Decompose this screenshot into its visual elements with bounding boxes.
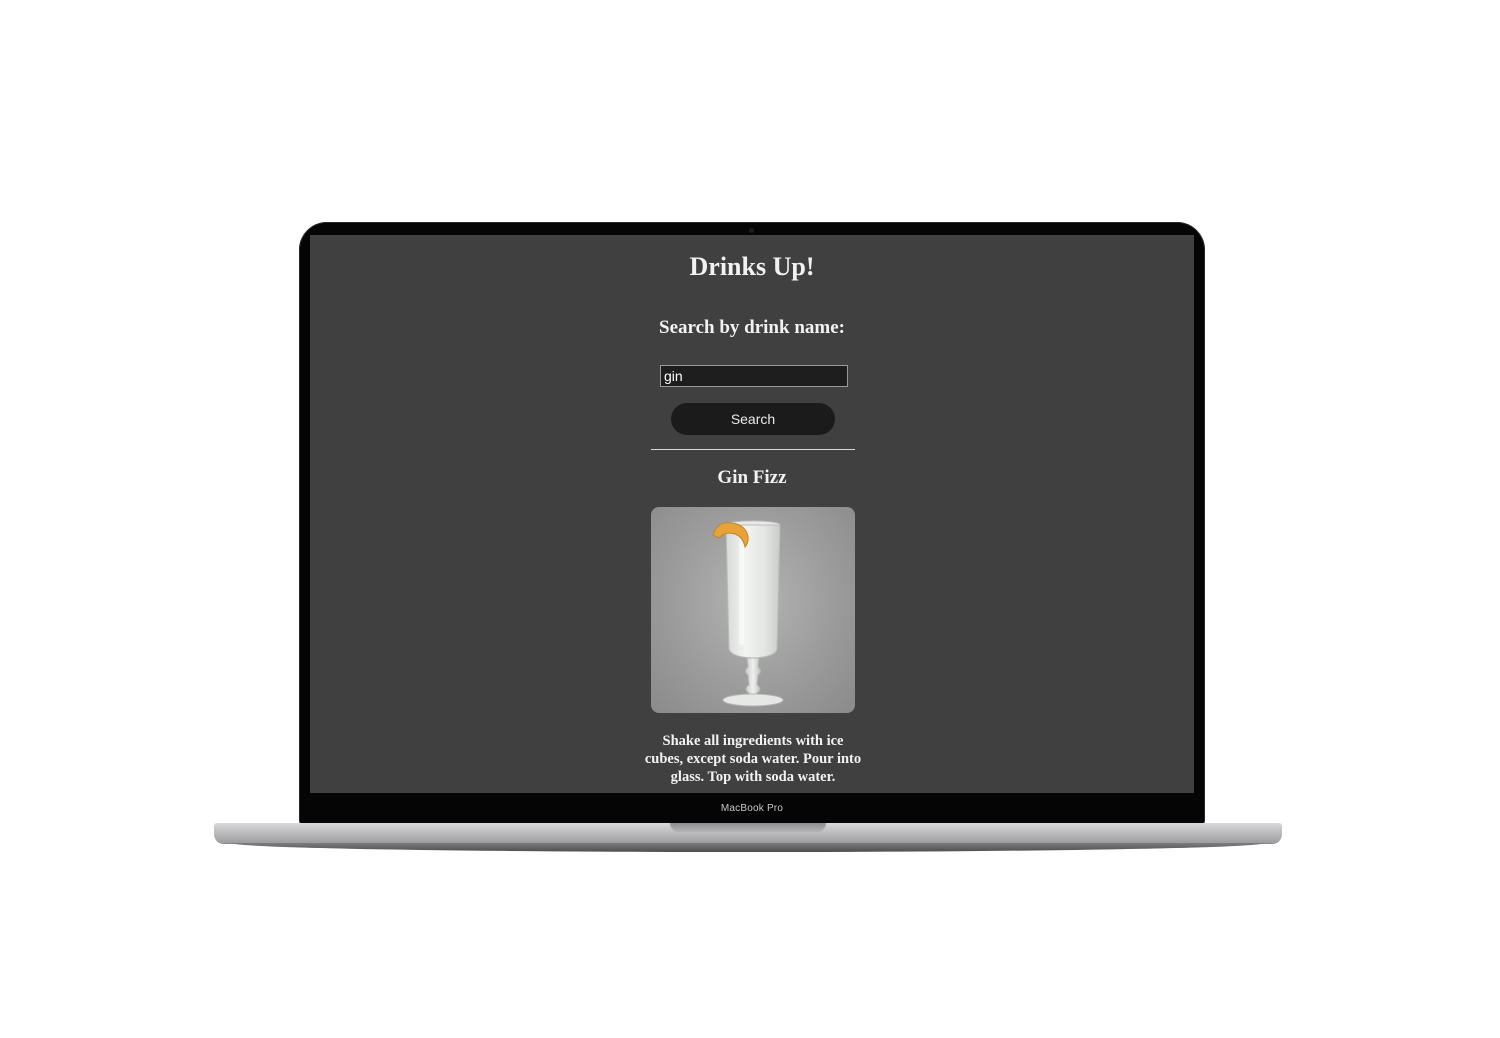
search-button[interactable]: Search xyxy=(671,403,835,435)
divider xyxy=(651,449,855,450)
page-title: Drinks Up! xyxy=(689,252,815,281)
drink-instructions: Shake all ingredients with ice cubes, ex… xyxy=(644,733,862,785)
device-label: MacBook Pro xyxy=(720,803,784,814)
drink-image xyxy=(651,507,855,713)
drink-name: Gin Fizz xyxy=(717,467,787,488)
laptop-notch xyxy=(670,823,826,832)
camera-icon xyxy=(749,228,754,233)
app-screen: Drinks Up! Search by drink name: Search … xyxy=(310,235,1194,793)
search-input[interactable] xyxy=(660,365,848,387)
cocktail-glass-icon xyxy=(712,520,784,707)
stage: Drinks Up! Search by drink name: Search … xyxy=(0,0,1500,1038)
laptop-base-bottom xyxy=(232,843,1264,852)
search-heading: Search by drink name: xyxy=(659,317,845,338)
